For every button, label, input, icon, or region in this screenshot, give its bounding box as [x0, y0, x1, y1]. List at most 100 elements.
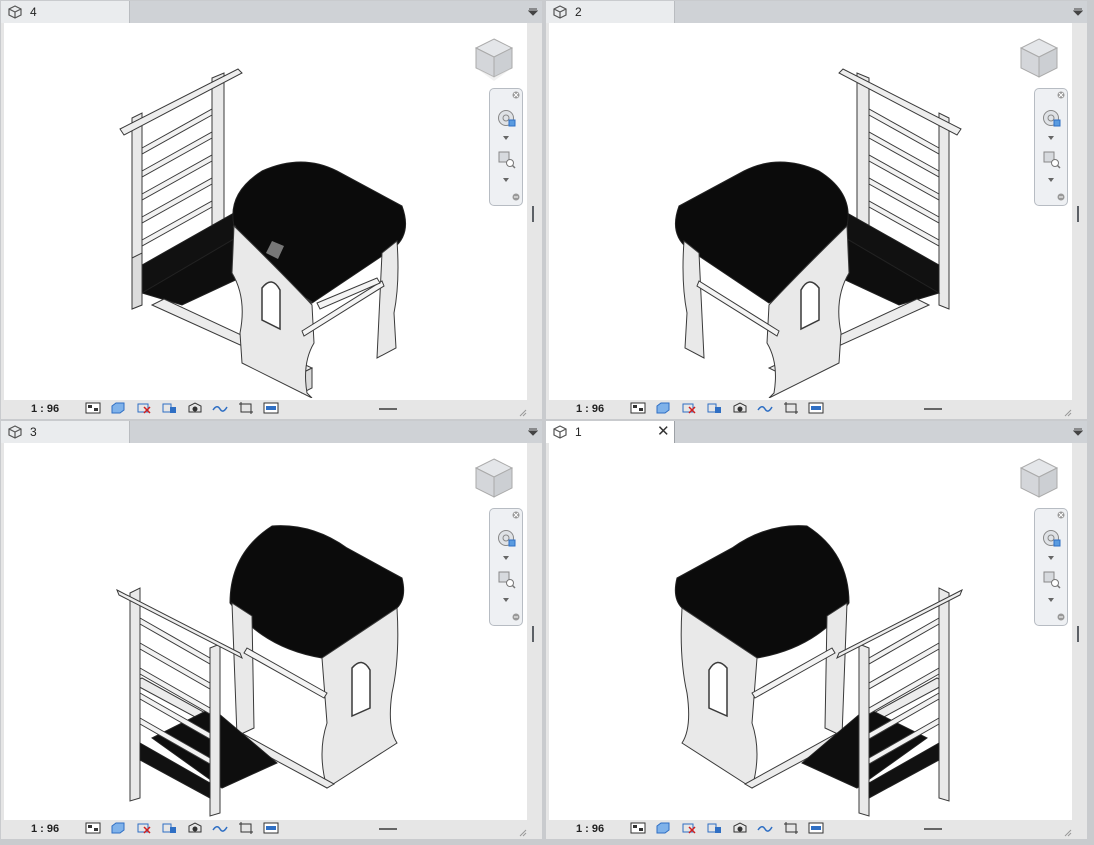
crop-view-icon[interactable]	[212, 401, 228, 415]
vertical-scrollbar[interactable]	[1077, 626, 1079, 642]
detail-level-icon[interactable]	[85, 821, 101, 835]
crop-view-icon[interactable]	[757, 401, 773, 415]
show-crop-region-icon[interactable]	[238, 401, 254, 415]
chevron-down-icon[interactable]	[503, 598, 509, 602]
unlock-3d-view-icon[interactable]	[808, 821, 824, 835]
unlock-3d-view-icon[interactable]	[808, 401, 824, 415]
shadows-icon[interactable]	[161, 821, 177, 835]
detail-level-icon[interactable]	[630, 821, 646, 835]
options-icon[interactable]	[1057, 613, 1065, 621]
tab-view-3[interactable]: 3	[1, 421, 130, 443]
chevron-down-icon[interactable]	[1073, 427, 1083, 437]
drawing-canvas[interactable]	[549, 23, 1072, 400]
viewcube-icon[interactable]	[1017, 457, 1061, 501]
viewport-1[interactable]: 1 ✕ 1: 96	[546, 421, 1087, 839]
shadows-icon[interactable]	[706, 821, 722, 835]
zoom-icon[interactable]	[1043, 571, 1061, 589]
show-crop-region-icon[interactable]	[783, 401, 799, 415]
view-control-icons	[85, 401, 284, 417]
tab-bar: 1 ✕	[546, 421, 1087, 443]
steering-wheel-icon[interactable]	[1042, 529, 1062, 549]
view-scale[interactable]: 1 : 96	[576, 403, 604, 415]
options-icon[interactable]	[512, 193, 520, 201]
view-control-bar: 1 : 96	[549, 820, 1072, 839]
resize-grip-icon[interactable]	[1064, 829, 1072, 837]
sun-path-icon[interactable]	[136, 821, 152, 835]
viewcube-icon[interactable]	[472, 37, 516, 81]
resize-grip-icon[interactable]	[519, 409, 527, 417]
horizontal-scrollbar[interactable]	[379, 408, 397, 410]
tab-view-4[interactable]: 4	[1, 1, 130, 23]
chevron-down-icon[interactable]	[1048, 556, 1054, 560]
rendering-icon[interactable]	[187, 401, 203, 415]
chevron-down-icon[interactable]	[1048, 598, 1054, 602]
sun-path-icon[interactable]	[136, 401, 152, 415]
horizontal-scrollbar[interactable]	[379, 828, 397, 830]
show-crop-region-icon[interactable]	[783, 821, 799, 835]
detail-level-icon[interactable]	[85, 401, 101, 415]
visual-style-icon[interactable]	[655, 821, 671, 835]
drawing-canvas[interactable]	[4, 23, 527, 400]
tab-view-2[interactable]: 2	[546, 1, 675, 23]
rendering-icon[interactable]	[187, 821, 203, 835]
steering-wheel-icon[interactable]	[497, 109, 517, 129]
rendering-icon[interactable]	[732, 821, 748, 835]
view-scale[interactable]: 1 : 96	[31, 823, 59, 835]
options-icon[interactable]	[1057, 193, 1065, 201]
tab-view-1[interactable]: 1 ✕	[546, 421, 675, 443]
detail-level-icon[interactable]	[630, 401, 646, 415]
drawing-canvas[interactable]	[4, 443, 527, 820]
vertical-scrollbar[interactable]	[532, 206, 534, 222]
shadows-icon[interactable]	[706, 401, 722, 415]
viewcube-icon[interactable]	[472, 457, 516, 501]
zoom-icon[interactable]	[1043, 151, 1061, 169]
chevron-down-icon[interactable]	[528, 427, 538, 437]
shadows-icon[interactable]	[161, 401, 177, 415]
viewport-2[interactable]: 2 1: 96	[546, 1, 1087, 419]
zoom-icon[interactable]	[498, 151, 516, 169]
chevron-down-icon[interactable]	[1048, 178, 1054, 182]
unlock-3d-view-icon[interactable]	[263, 821, 279, 835]
chevron-down-icon[interactable]	[503, 556, 509, 560]
chevron-down-icon[interactable]	[1073, 7, 1083, 17]
horizontal-scrollbar[interactable]	[924, 408, 942, 410]
options-icon[interactable]	[512, 613, 520, 621]
viewport-3[interactable]: 3 1: 96	[1, 421, 542, 839]
sun-path-icon[interactable]	[681, 401, 697, 415]
resize-grip-icon[interactable]	[519, 829, 527, 837]
navigation-bar	[489, 88, 523, 206]
close-icon[interactable]	[512, 511, 520, 519]
steering-wheel-icon[interactable]	[497, 529, 517, 549]
close-icon[interactable]	[1057, 91, 1065, 99]
close-icon[interactable]	[512, 91, 520, 99]
viewport-4[interactable]: 4 1: 96	[1, 1, 542, 419]
close-icon[interactable]	[1057, 511, 1065, 519]
view-scale[interactable]: 1 : 96	[576, 823, 604, 835]
vertical-scrollbar[interactable]	[1077, 206, 1079, 222]
view-scale[interactable]: 1 : 96	[31, 403, 59, 415]
unlock-3d-view-icon[interactable]	[263, 401, 279, 415]
visual-style-icon[interactable]	[110, 821, 126, 835]
vertical-scrollbar[interactable]	[532, 626, 534, 642]
steering-wheel-icon[interactable]	[1042, 109, 1062, 129]
chevron-down-icon[interactable]	[1048, 136, 1054, 140]
visual-style-icon[interactable]	[655, 401, 671, 415]
rendering-icon[interactable]	[732, 401, 748, 415]
resize-grip-icon[interactable]	[1064, 409, 1072, 417]
zoom-icon[interactable]	[498, 571, 516, 589]
show-crop-region-icon[interactable]	[238, 821, 254, 835]
close-icon[interactable]: ✕	[657, 423, 670, 440]
sun-path-icon[interactable]	[681, 821, 697, 835]
chevron-down-icon[interactable]	[503, 178, 509, 182]
chevron-down-icon[interactable]	[528, 7, 538, 17]
tab-label: 1	[575, 425, 582, 439]
crop-view-icon[interactable]	[757, 821, 773, 835]
viewcube-icon[interactable]	[1017, 37, 1061, 81]
drawing-canvas[interactable]	[549, 443, 1072, 820]
crop-view-icon[interactable]	[212, 821, 228, 835]
3d-view-icon	[8, 425, 22, 439]
ladder-barrel-model	[119, 68, 407, 398]
visual-style-icon[interactable]	[110, 401, 126, 415]
chevron-down-icon[interactable]	[503, 136, 509, 140]
horizontal-scrollbar[interactable]	[924, 828, 942, 830]
